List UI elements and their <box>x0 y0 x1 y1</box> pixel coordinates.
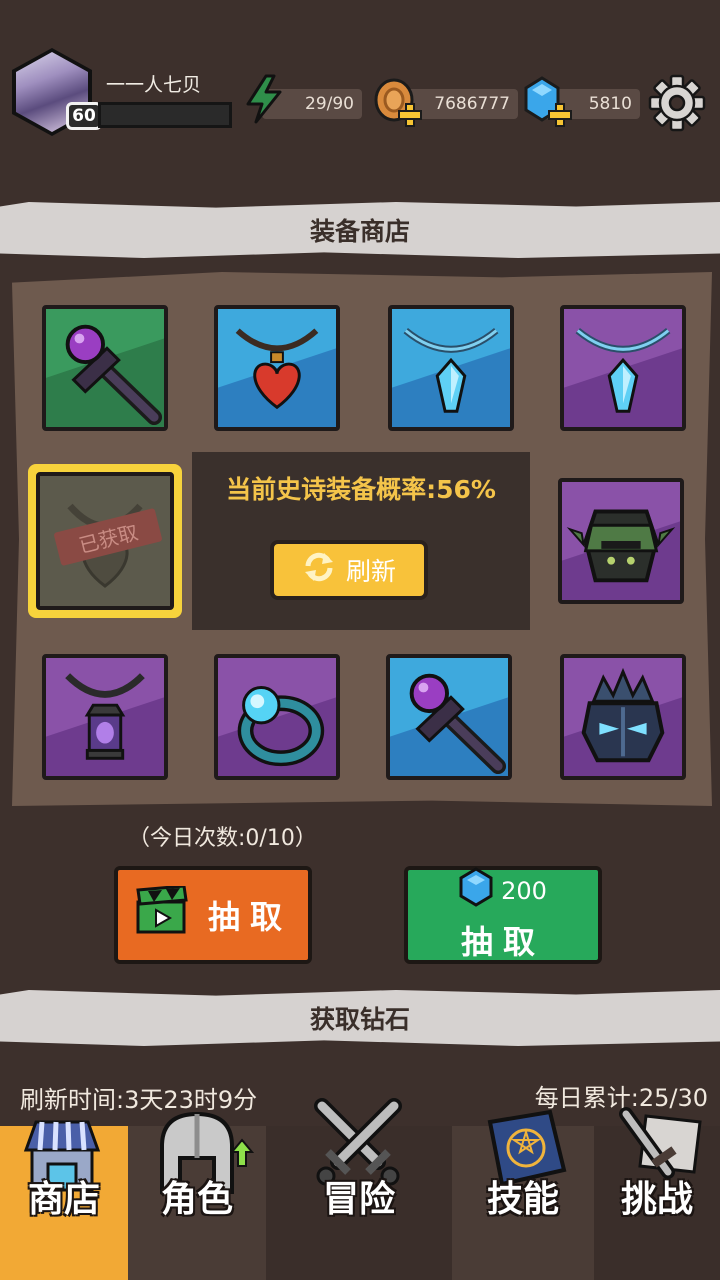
xp-bar <box>98 102 232 128</box>
shop-item-magic-staff[interactable] <box>42 305 168 431</box>
frost-ring-icon <box>218 658 336 776</box>
equipment-shop-title: 装备商店 <box>309 217 410 246</box>
refresh-button[interactable]: 刷新 <box>270 540 428 600</box>
nav-label-challenge: 挑战 <box>620 1179 693 1220</box>
nav-tab-adventure[interactable]: 冒险 <box>266 1098 452 1280</box>
nav-tab-character[interactable]: 角色 <box>128 1111 266 1280</box>
nav-label-adventure: 冒险 <box>322 1179 395 1220</box>
shop-item-crystal-necklace[interactable] <box>388 305 514 431</box>
free-draw-button[interactable]: 抽取 <box>114 866 312 964</box>
nav-label-shop: 商店 <box>27 1179 100 1220</box>
shop-item-magic-staff-rare[interactable] <box>386 654 512 780</box>
energy-value: 29/90 <box>305 94 354 114</box>
shop-item-heart-necklace[interactable] <box>214 305 340 431</box>
lightning-icon <box>244 74 284 124</box>
magic-staff-icon <box>46 309 164 427</box>
shop-item-crystal-necklace-epic[interactable] <box>560 305 686 431</box>
player-name: 一一人七贝 <box>106 74 202 96</box>
gem-add-icon[interactable] <box>522 74 574 130</box>
gem-draw-label: 抽取 <box>460 923 545 961</box>
video-ad-icon <box>134 884 190 944</box>
get-diamonds-banner: 获取钻石 <box>0 990 720 1046</box>
nav-label-skills: 技能 <box>486 1179 559 1220</box>
crystal-necklace-icon <box>564 309 682 427</box>
shop-item-spiked-helmet[interactable] <box>558 478 684 604</box>
upgrade-arrow-icon <box>229 1138 255 1172</box>
coin-value: 7686777 <box>434 94 510 114</box>
free-draw-label: 抽取 <box>207 898 292 936</box>
magic-staff-icon <box>390 658 508 776</box>
nav-tab-shop[interactable]: 商店 <box>0 1120 128 1280</box>
shop-item-dark-crown-helmet[interactable] <box>560 654 686 780</box>
nav-label-character: 角色 <box>160 1179 233 1220</box>
lantern-necklace-icon <box>46 658 164 776</box>
gem-value: 5810 <box>588 94 632 114</box>
nav-tab-skills[interactable]: 技能 <box>452 1109 594 1280</box>
nav-tab-challenge[interactable]: 挑战 <box>594 1107 720 1280</box>
shop-item-lantern-necklace[interactable] <box>42 654 168 780</box>
epic-rate-text: 当前史诗装备概率:56% <box>226 475 496 504</box>
shop-item-frost-ring[interactable] <box>214 654 340 780</box>
gem-icon <box>459 867 493 915</box>
coin-add-icon[interactable] <box>372 76 426 130</box>
get-diamonds-title: 获取钻石 <box>309 1005 410 1034</box>
daily-draw-count: （今日次数:0/10） <box>128 826 317 851</box>
dark-crown-helmet-icon <box>564 658 682 776</box>
gem-draw-button[interactable]: 200 抽取 <box>404 866 602 964</box>
equipment-shop-banner: 装备商店 <box>0 202 720 258</box>
refresh-label: 刷新 <box>345 557 396 586</box>
level-badge: 60 <box>66 102 102 130</box>
gem-draw-cost: 200 <box>501 877 547 905</box>
crystal-necklace-icon <box>392 309 510 427</box>
refresh-icon <box>302 550 336 590</box>
gear-icon[interactable] <box>648 74 706 132</box>
spiked-helmet-icon <box>562 482 680 600</box>
heart-necklace-icon <box>218 309 336 427</box>
